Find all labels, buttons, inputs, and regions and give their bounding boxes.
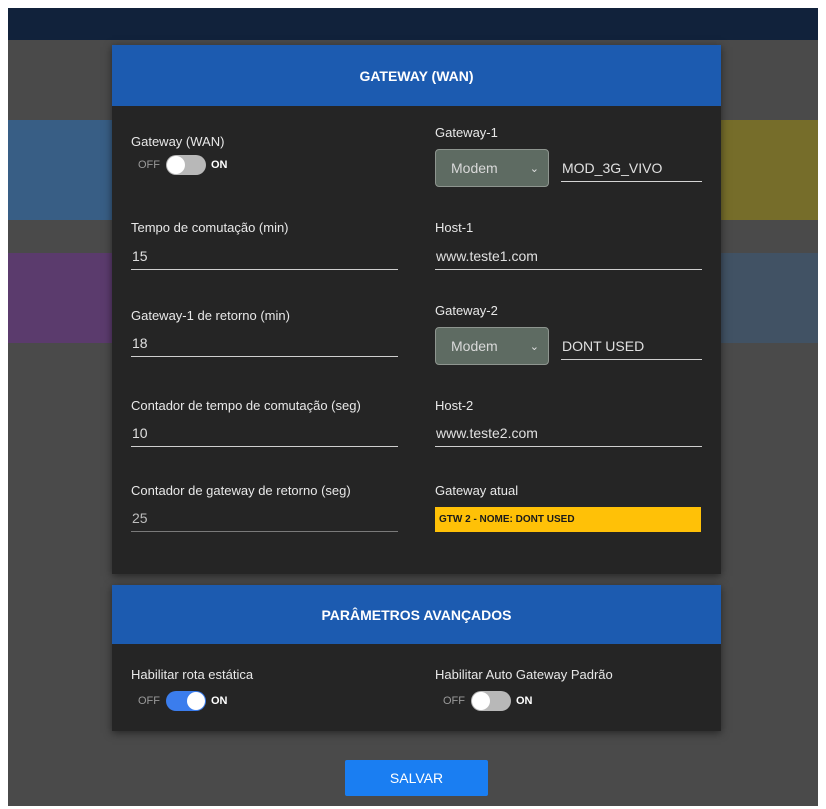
background-tile: [715, 253, 818, 343]
chevron-down-icon: ⌄: [529, 163, 539, 175]
toggle-off-label: OFF: [138, 695, 160, 707]
gateway2-type-select[interactable]: Modem ⌄: [435, 327, 549, 365]
host1-label: Host-1: [435, 220, 474, 235]
background-tile: [8, 120, 118, 220]
host2-label: Host-2: [435, 398, 474, 413]
background-tile: [8, 253, 118, 343]
toggle-knob: [472, 692, 490, 710]
auto-gateway-toggle[interactable]: OFF ON: [443, 691, 533, 711]
advanced-params-header: PARÂMETROS AVANÇADOS: [112, 585, 721, 644]
toggle-switch[interactable]: [166, 691, 206, 711]
toggle-off-label: OFF: [443, 695, 465, 707]
gateway2-name-input[interactable]: DONT USED: [561, 332, 702, 360]
contador-gateway-label: Contador de gateway de retorno (seg): [131, 483, 351, 498]
host2-input[interactable]: www.teste2.com: [435, 419, 702, 447]
rota-estatica-toggle[interactable]: OFF ON: [138, 691, 228, 711]
tempo-comutacao-input[interactable]: 15: [131, 242, 398, 270]
gateway1-label: Gateway-1: [435, 125, 498, 140]
gateway-wan-toggle[interactable]: OFF ON: [138, 155, 228, 175]
toggle-switch[interactable]: [471, 691, 511, 711]
save-button[interactable]: SALVAR: [345, 760, 488, 796]
contador-tempo-label: Contador de tempo de comutação (seg): [131, 398, 361, 413]
gateway1-type-value: Modem: [451, 160, 498, 176]
gateway-wan-card: GATEWAY (WAN) Gateway (WAN) OFF ON Tempo…: [112, 45, 721, 574]
toggle-switch[interactable]: [166, 155, 206, 175]
chevron-down-icon: ⌄: [529, 341, 539, 353]
toggle-on-label: ON: [516, 695, 533, 707]
gateway1-retorno-label: Gateway-1 de retorno (min): [131, 308, 290, 323]
auto-gateway-label: Habilitar Auto Gateway Padrão: [435, 667, 613, 682]
gateway-wan-label: Gateway (WAN): [131, 134, 225, 149]
gateway1-type-select[interactable]: Modem ⌄: [435, 149, 549, 187]
host1-input[interactable]: www.teste1.com: [435, 242, 702, 270]
contador-tempo-input[interactable]: 10: [131, 419, 398, 447]
contador-gateway-input[interactable]: 25: [131, 504, 398, 532]
toggle-knob: [187, 692, 205, 710]
toggle-off-label: OFF: [138, 159, 160, 171]
gateway2-type-value: Modem: [451, 338, 498, 354]
background-topbar: [8, 8, 818, 40]
tempo-comutacao-label: Tempo de comutação (min): [131, 220, 289, 235]
gateway-atual-status: GTW 2 - NOME: DONT USED: [435, 507, 701, 532]
advanced-params-card: PARÂMETROS AVANÇADOS Habilitar rota está…: [112, 585, 721, 731]
toggle-on-label: ON: [211, 159, 228, 171]
gateway2-label: Gateway-2: [435, 303, 498, 318]
gateway-wan-header: GATEWAY (WAN): [112, 45, 721, 106]
gateway-atual-label: Gateway atual: [435, 483, 519, 498]
gateway1-retorno-input[interactable]: 18: [131, 329, 398, 357]
gateway1-name-input[interactable]: MOD_3G_VIVO: [561, 154, 702, 182]
rota-estatica-label: Habilitar rota estática: [131, 667, 254, 682]
toggle-on-label: ON: [211, 695, 228, 707]
toggle-knob: [167, 156, 185, 174]
